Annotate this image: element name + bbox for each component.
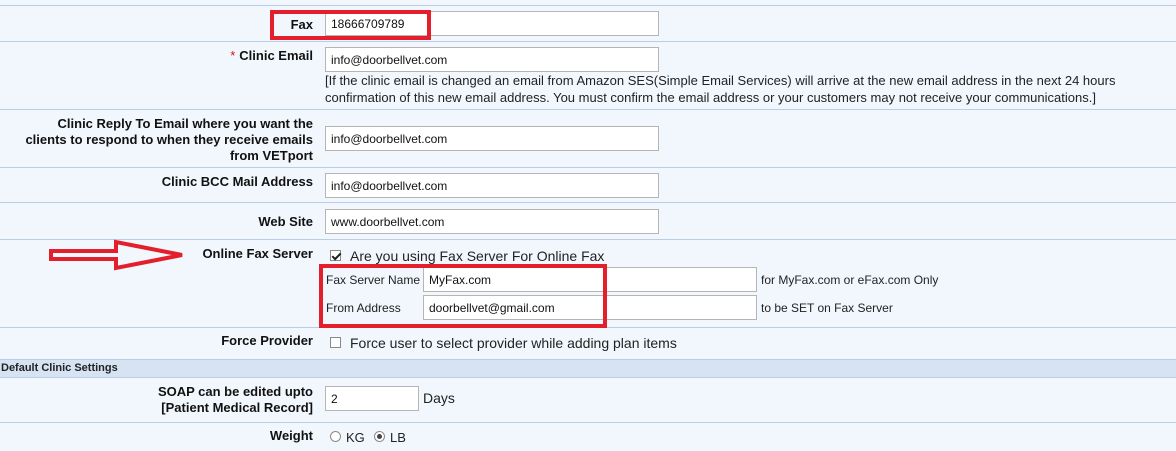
bcc-label: Clinic BCC Mail Address [161, 174, 313, 189]
website-row: Web Site [0, 203, 1176, 240]
soap-label-line2: [Patient Medical Record] [161, 400, 313, 415]
weight-lb-radio[interactable] [374, 431, 385, 442]
website-label: Web Site [258, 214, 313, 229]
website-input[interactable] [325, 209, 659, 234]
force-provider-checkbox-label: Force user to select provider while addi… [350, 335, 677, 351]
bcc-input[interactable] [325, 173, 659, 198]
default-clinic-settings-header: Default Clinic Settings [0, 360, 1176, 378]
soap-label: SOAP can be edited upto [Patient Medical… [158, 384, 313, 416]
weight-lb-label: LB [390, 430, 406, 445]
fax-input[interactable] [325, 11, 659, 36]
soap-label-line1: SOAP can be edited upto [157, 384, 313, 399]
clinic-email-input[interactable] [325, 47, 659, 72]
fax-label: Fax [290, 17, 313, 32]
clinic-email-label: * Clinic Email [230, 48, 313, 64]
online-fax-checkbox[interactable] [330, 250, 341, 261]
required-marker: * [230, 48, 236, 63]
clinic-email-label-text: Clinic Email [239, 48, 313, 63]
soap-days-unit: Days [423, 390, 455, 406]
weight-kg-label: KG [346, 430, 365, 445]
weight-kg-radio[interactable] [330, 431, 341, 442]
reply-to-input[interactable] [325, 126, 659, 151]
clinic-email-note-line2: confirmation of this new email address. … [325, 90, 1096, 105]
clinic-email-note-line1: [If the clinic email is changed an email… [325, 73, 1116, 88]
reply-to-label-line3: from VETport [229, 148, 313, 163]
online-fax-label: Online Fax Server [202, 246, 313, 261]
soap-row: SOAP can be edited upto [Patient Medical… [0, 378, 1176, 423]
soap-days-input[interactable] [325, 386, 419, 411]
clinic-email-row: *Clinic Email [If the clinic email is ch… [0, 42, 1176, 110]
weight-label: Weight [269, 428, 313, 443]
fax-from-address-hint: to be SET on Fax Server [761, 301, 893, 315]
force-provider-row: Force Provider Force user to select prov… [0, 328, 1176, 360]
red-arrow-annotation [49, 239, 183, 271]
fax-from-address-input[interactable] [423, 295, 757, 320]
fax-row: Fax [0, 6, 1176, 42]
fax-from-address-label: From Address [326, 301, 401, 315]
reply-to-label-line1: Clinic Reply To Email where you want the [57, 116, 313, 131]
force-provider-label: Force Provider [221, 333, 313, 348]
reply-to-label: Clinic Reply To Email where you want the… [25, 116, 313, 164]
fax-server-name-label: Fax Server Name [326, 273, 421, 287]
bcc-row: Clinic BCC Mail Address [0, 168, 1176, 203]
reply-to-label-line2: clients to respond to when they receive … [25, 132, 313, 147]
fax-server-name-input[interactable] [423, 267, 757, 292]
force-provider-checkbox[interactable] [330, 337, 341, 348]
online-fax-checkbox-label: Are you using Fax Server For Online Fax [350, 248, 605, 264]
weight-row: Weight KG LB [0, 423, 1176, 451]
fax-server-name-hint: for MyFax.com or eFax.com Only [761, 273, 939, 287]
reply-to-row: Clinic Reply To Email where you want the… [0, 110, 1176, 168]
